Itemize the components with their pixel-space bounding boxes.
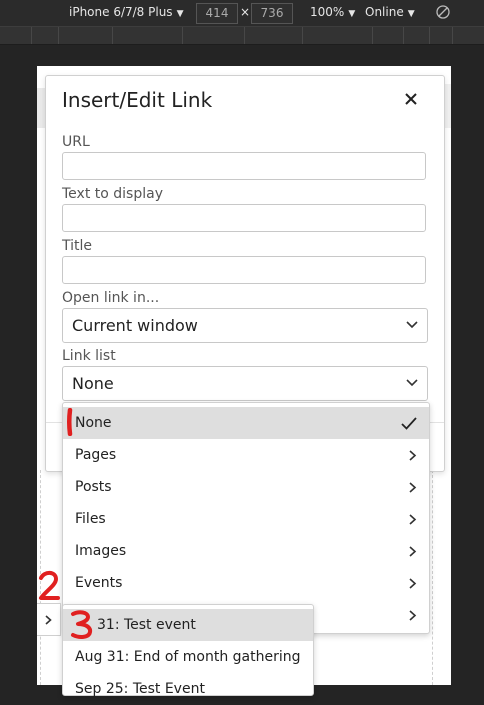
- ruler-tick: [112, 27, 113, 44]
- chevron-right-icon: [409, 482, 417, 493]
- annotation-mark-3: [71, 610, 93, 639]
- link-list-label: Link list: [62, 348, 116, 364]
- submenu-item-label: Sep 25: Test Event: [75, 681, 205, 697]
- chevron-right-icon: [409, 578, 417, 589]
- ruler-tick: [31, 27, 32, 44]
- annotation-mark-2: [39, 570, 60, 600]
- submenu-item-label: Aug 31: End of month gathering: [75, 649, 301, 665]
- link-list-menu: None Pages Posts Files Images Events: [62, 402, 430, 634]
- chevron-right-icon: [409, 514, 417, 525]
- title-label: Title: [62, 238, 93, 254]
- events-submenu: 31: Test event Aug 31: End of month gath…: [62, 604, 314, 697]
- network-value: Online: [365, 5, 404, 19]
- ruler-tick: [452, 27, 453, 44]
- menu-item-label: Pages: [75, 447, 117, 463]
- chevron-right-icon: [409, 610, 417, 621]
- menu-item-none[interactable]: None: [63, 407, 429, 439]
- chevron-down-icon: [406, 321, 418, 329]
- menu-item-posts[interactable]: Posts: [63, 471, 429, 503]
- rotate-icon[interactable]: [436, 5, 450, 22]
- menu-item-label: Files: [75, 511, 106, 527]
- network-select[interactable]: Online ▼: [365, 5, 415, 19]
- submenu-item-label: 31: Test event: [97, 617, 196, 633]
- media-query-ruler: [0, 26, 484, 45]
- menu-item-events[interactable]: Events: [63, 567, 429, 599]
- submenu-item-event[interactable]: Sep 25: Test Event: [63, 673, 313, 705]
- ruler-tick: [58, 27, 59, 44]
- menu-item-files[interactable]: Files: [63, 503, 429, 535]
- width-field[interactable]: 414: [196, 3, 238, 24]
- caret-down-icon: ▼: [176, 9, 184, 19]
- dimension-separator: ×: [240, 5, 251, 19]
- submenu-item-event[interactable]: Aug 31: End of month gathering: [63, 641, 313, 673]
- text-to-display-label: Text to display: [62, 186, 163, 202]
- text-to-display-field[interactable]: [62, 204, 426, 232]
- open-link-in-select[interactable]: Current window: [62, 308, 428, 343]
- ruler-tick: [429, 27, 430, 44]
- link-list-value: None: [72, 374, 114, 393]
- zoom-select[interactable]: 100% ▼: [310, 5, 355, 19]
- chevron-right-icon: [45, 615, 52, 625]
- open-link-in-value: Current window: [72, 316, 198, 335]
- annotation-mark-1: [67, 408, 73, 436]
- page-background-strip: [37, 88, 45, 128]
- dialog-title: Insert/Edit Link: [62, 88, 213, 112]
- menu-item-label: Events: [75, 575, 123, 591]
- zoom-value: 100%: [310, 5, 345, 19]
- chevron-right-icon: [409, 450, 417, 461]
- ruler-tick: [244, 27, 245, 44]
- url-field[interactable]: [62, 152, 426, 180]
- checkmark-icon: [401, 417, 417, 430]
- open-link-in-label: Open link in...: [62, 290, 160, 306]
- caret-down-icon: ▼: [348, 9, 356, 19]
- chevron-down-icon: [406, 379, 418, 387]
- menu-item-label: Images: [75, 543, 127, 559]
- side-expand-tab[interactable]: [37, 603, 61, 636]
- url-label: URL: [62, 134, 90, 150]
- menu-item-label: Posts: [75, 479, 112, 495]
- menu-item-images[interactable]: Images: [63, 535, 429, 567]
- page-dashed-border: [432, 470, 433, 685]
- link-list-select[interactable]: None: [62, 366, 428, 401]
- ruler-tick: [403, 27, 404, 44]
- ruler-tick: [302, 27, 303, 44]
- ruler-tick: [372, 27, 373, 44]
- chevron-right-icon: [409, 546, 417, 557]
- caret-down-icon: ▼: [407, 9, 415, 19]
- device-name: iPhone 6/7/8 Plus: [69, 5, 173, 19]
- menu-item-label: None: [75, 415, 112, 431]
- device-select[interactable]: iPhone 6/7/8 Plus ▼: [69, 5, 183, 19]
- menu-item-pages[interactable]: Pages: [63, 439, 429, 471]
- close-icon[interactable]: [400, 88, 422, 110]
- submenu-item-event[interactable]: 31: Test event: [63, 609, 313, 641]
- device-toolbar: iPhone 6/7/8 Plus ▼ 414 × 736 100% ▼ Onlin…: [0, 0, 484, 26]
- ruler-tick: [182, 27, 183, 44]
- height-field[interactable]: 736: [251, 3, 293, 24]
- title-field[interactable]: [62, 256, 426, 284]
